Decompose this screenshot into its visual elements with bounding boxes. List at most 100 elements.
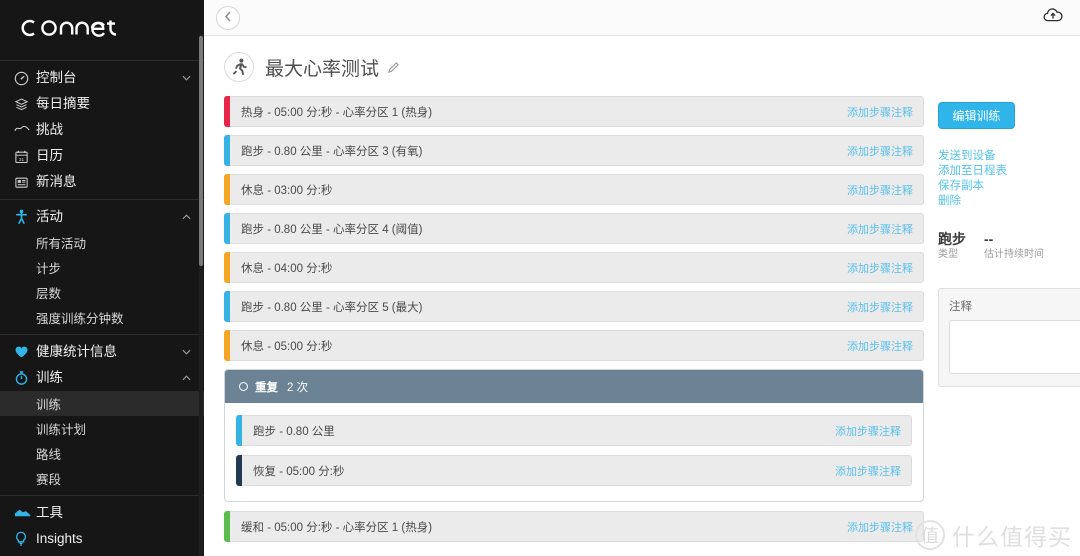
save-copy-link[interactable]: 保存副本: [938, 179, 1080, 194]
add-step-note-link[interactable]: 添加步骤注释: [835, 423, 901, 439]
workout-stats: 跑步 类型 -- 估计持续时间: [938, 231, 1080, 262]
step-text: 恢复 - 05:00 分:秒: [253, 465, 345, 478]
wave-icon: [14, 121, 36, 139]
sidebar-item-workouts[interactable]: 训练: [0, 391, 204, 416]
add-step-note-link[interactable]: 添加步骤注释: [847, 260, 913, 276]
add-step-note-link[interactable]: 添加步骤注释: [847, 299, 913, 315]
workout-step-row[interactable]: 恢复 - 05:00 分:秒 添加步骤注释: [236, 455, 912, 486]
chevron-up-icon[interactable]: [180, 372, 192, 384]
sidebar-item-challenges[interactable]: 挑战: [0, 117, 204, 143]
step-color-bar: [224, 252, 230, 283]
sidebar-item-intensity-minutes[interactable]: 强度训练分钟数: [0, 305, 204, 330]
back-button[interactable]: [216, 5, 240, 30]
nav-group-tools: 工具 Insights 报告: [0, 500, 204, 556]
divider: [0, 334, 204, 335]
top-bar: [204, 0, 1080, 36]
add-step-note-link[interactable]: 添加步骤注释: [847, 338, 913, 354]
workout-step-row[interactable]: 跑步 - 0.80 公里 - 心率分区 5 (最大) 添加步骤注释: [224, 291, 924, 322]
edit-workout-button[interactable]: 编辑训练: [938, 102, 1015, 129]
cloud-upload-icon: [1043, 7, 1063, 28]
sidebar-item-tools[interactable]: 工具: [0, 500, 204, 526]
calendar-icon: 31: [14, 147, 36, 165]
stat-estimated-duration: -- 估计持续时间: [984, 231, 1044, 262]
sidebar: 控制台 每日摘要 挑战 31 日历 新消息 活动 所有活动 计步 层数 强度训练…: [0, 0, 204, 556]
add-to-calendar-link[interactable]: 添加至日程表: [938, 164, 1080, 179]
delete-link[interactable]: 删除: [938, 194, 1080, 209]
workout-step-row-cooldown[interactable]: 缓和 - 05:00 分:秒 - 心率分区 1 (热身) 添加步骤注释: [224, 511, 924, 542]
nav-group-activity: 活动 所有活动 计步 层数 强度训练分钟数: [0, 204, 204, 330]
repeat-header[interactable]: 重复 2 次: [225, 370, 923, 403]
add-step-note-link[interactable]: 添加步骤注释: [847, 221, 913, 237]
sidebar-item-all-activities[interactable]: 所有活动: [0, 230, 204, 255]
send-to-device-link[interactable]: 发送到设备: [938, 149, 1080, 164]
sidebar-item-courses[interactable]: 路线: [0, 441, 204, 466]
brand-logo[interactable]: [0, 0, 204, 56]
svg-text:31: 31: [19, 156, 25, 161]
workout-title-row: 最大心率测试: [204, 36, 1080, 96]
sidebar-item-news[interactable]: 新消息: [0, 169, 204, 195]
chevron-down-icon[interactable]: [180, 346, 192, 358]
sidebar-item-calendar[interactable]: 31 日历: [0, 143, 204, 169]
step-text: 跑步 - 0.80 公里: [253, 425, 335, 438]
step-color-bar: [236, 455, 242, 486]
sidebar-item-training[interactable]: 训练: [0, 365, 204, 391]
cloud-upload-button[interactable]: [1040, 6, 1066, 30]
step-color-bar: [224, 511, 230, 542]
workout-step-row[interactable]: 热身 - 05:00 分:秒 - 心率分区 1 (热身) 添加步骤注释: [224, 96, 924, 127]
gauge-icon: [14, 69, 36, 87]
step-color-bar: [224, 291, 230, 322]
shoe-icon: [14, 504, 36, 522]
workout-step-row[interactable]: 跑步 - 0.80 公里 - 心率分区 4 (阈值) 添加步骤注释: [224, 213, 924, 244]
sidebar-scrollbar-thumb[interactable]: [199, 36, 203, 266]
sidebar-item-steps[interactable]: 计步: [0, 255, 204, 280]
add-step-note-link[interactable]: 添加步骤注释: [847, 519, 913, 535]
step-color-bar: [224, 135, 230, 166]
repeat-label: 重复: [255, 381, 278, 394]
notes-card: 注释: [938, 288, 1080, 387]
step-text: 跑步 - 0.80 公里 - 心率分区 3 (有氧): [241, 145, 423, 158]
sidebar-item-segments[interactable]: 赛段: [0, 466, 204, 491]
chevron-up-icon[interactable]: [180, 211, 192, 223]
workout-step-row[interactable]: 休息 - 04:00 分:秒 添加步骤注释: [224, 252, 924, 283]
workout-step-row[interactable]: 跑步 - 0.80 公里 - 心率分区 3 (有氧) 添加步骤注释: [224, 135, 924, 166]
add-step-note-link[interactable]: 添加步骤注释: [835, 463, 901, 479]
repeat-circle-icon: [239, 382, 248, 391]
workout-step-row[interactable]: 跑步 - 0.80 公里 添加步骤注释: [236, 415, 912, 446]
add-step-note-link[interactable]: 添加步骤注释: [847, 182, 913, 198]
divider: [0, 495, 204, 496]
sidebar-item-floors[interactable]: 层数: [0, 280, 204, 305]
step-text: 休息 - 04:00 分:秒: [241, 262, 333, 275]
pencil-icon[interactable]: [387, 61, 400, 74]
step-color-bar: [236, 415, 242, 446]
add-step-note-link[interactable]: 添加步骤注释: [847, 143, 913, 159]
chevron-down-icon[interactable]: [180, 72, 192, 84]
sidebar-item-label: 工具: [36, 505, 63, 521]
sidebar-item-training-plans[interactable]: 训练计划: [0, 416, 204, 441]
sidebar-item-daily-summary[interactable]: 每日摘要: [0, 91, 204, 117]
add-step-note-link[interactable]: 添加步骤注释: [847, 104, 913, 120]
nav-group-training: 健康统计信息 训练 训练 训练计划 路线 赛段: [0, 339, 204, 491]
workout-step-row[interactable]: 休息 - 03:00 分:秒 添加步骤注释: [224, 174, 924, 205]
notes-input[interactable]: [949, 320, 1080, 374]
sidebar-item-reports[interactable]: 报告: [0, 552, 204, 556]
news-icon: [14, 173, 36, 191]
sidebar-item-label: 控制台: [36, 70, 77, 86]
repeat-steps-list: 跑步 - 0.80 公里 添加步骤注释 恢复 - 05:00 分:秒 添加步骤注…: [225, 403, 923, 501]
divider: [0, 60, 204, 61]
step-text: 热身 - 05:00 分:秒 - 心率分区 1 (热身): [241, 106, 433, 119]
nav-group-main: 控制台 每日摘要 挑战 31 日历 新消息: [0, 65, 204, 195]
workout-step-row[interactable]: 休息 - 05:00 分:秒 添加步骤注释: [224, 330, 924, 361]
app-root: 控制台 每日摘要 挑战 31 日历 新消息 活动 所有活动 计步 层数 强度训练…: [0, 0, 1080, 556]
sidebar-item-health-stats[interactable]: 健康统计信息: [0, 339, 204, 365]
repeat-block: 重复 2 次 跑步 - 0.80 公里 添加步骤注释 恢复 - 05:00 分:…: [224, 369, 924, 502]
divider: [0, 199, 204, 200]
content-columns: 热身 - 05:00 分:秒 - 心率分区 1 (热身) 添加步骤注释 跑步 -…: [204, 96, 1080, 550]
stat-key: 估计持续时间: [984, 249, 1044, 260]
sidebar-item-insights[interactable]: Insights: [0, 526, 204, 552]
sidebar-item-activity[interactable]: 活动: [0, 204, 204, 230]
side-action-links: 发送到设备 添加至日程表 保存副本 删除: [938, 149, 1080, 209]
connect-wordmark-icon: [21, 19, 117, 37]
sidebar-item-label: 每日摘要: [36, 96, 90, 112]
sidebar-item-dashboard[interactable]: 控制台: [0, 65, 204, 91]
step-text: 休息 - 05:00 分:秒: [241, 340, 333, 353]
